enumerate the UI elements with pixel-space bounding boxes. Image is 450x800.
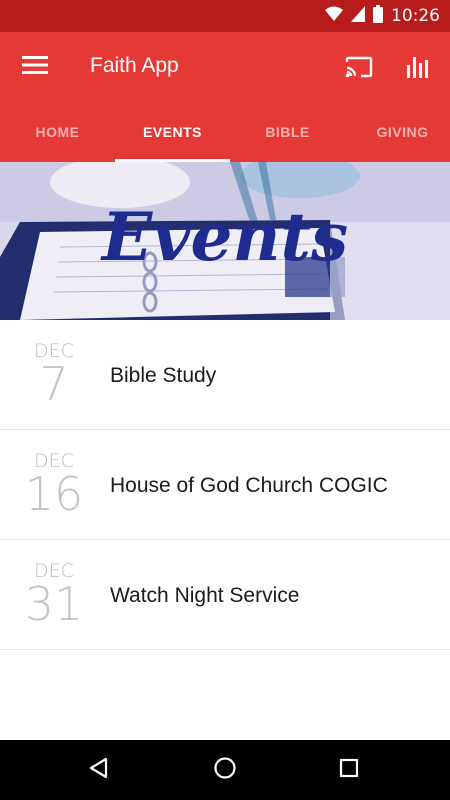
tab-bar: HOME EVENTS BIBLE GIVING xyxy=(0,102,450,162)
stats-button[interactable] xyxy=(398,48,440,90)
status-bar: 10:26 xyxy=(0,0,450,32)
signal-icon xyxy=(351,5,365,27)
bar-chart-icon xyxy=(406,55,432,84)
event-title: House of God Church COGIC xyxy=(110,474,388,497)
home-icon xyxy=(213,756,237,785)
recents-button[interactable] xyxy=(327,748,371,792)
status-icons xyxy=(325,4,383,28)
event-title: Bible Study xyxy=(110,364,217,387)
back-button[interactable] xyxy=(77,748,121,792)
banner-heading: Events xyxy=(100,198,348,276)
event-title: Watch Night Service xyxy=(110,584,300,607)
event-item[interactable]: DEC 7 Bible Study xyxy=(0,320,450,430)
recents-icon xyxy=(338,757,360,784)
tab-events[interactable]: EVENTS xyxy=(115,102,230,162)
menu-button[interactable] xyxy=(14,46,56,88)
event-day: 7 xyxy=(39,357,69,411)
tab-giving[interactable]: GIVING xyxy=(345,102,450,162)
tab-home[interactable]: HOME xyxy=(0,102,115,162)
battery-icon xyxy=(373,4,383,28)
navigation-bar xyxy=(0,740,450,800)
event-item[interactable]: DEC 16 House of God Church COGIC xyxy=(0,430,450,540)
status-time: 10:26 xyxy=(391,6,440,26)
home-button[interactable] xyxy=(203,748,247,792)
cast-icon xyxy=(345,56,373,83)
cast-button[interactable] xyxy=(338,48,380,90)
app-title: Faith App xyxy=(90,54,179,77)
wifi-icon xyxy=(325,6,343,27)
event-list: DEC 7 Bible Study DEC 16 House of God Ch… xyxy=(0,320,450,650)
tab-bible[interactable]: BIBLE xyxy=(230,102,345,162)
event-day: 31 xyxy=(24,577,84,631)
back-icon xyxy=(88,757,110,784)
event-item[interactable]: DEC 31 Watch Night Service xyxy=(0,540,450,650)
events-banner: Events xyxy=(0,162,450,320)
app-bar: Faith App xyxy=(0,32,450,102)
hamburger-menu-icon xyxy=(22,55,48,80)
event-day: 16 xyxy=(24,467,84,521)
planner-illustration: Events xyxy=(0,162,450,320)
